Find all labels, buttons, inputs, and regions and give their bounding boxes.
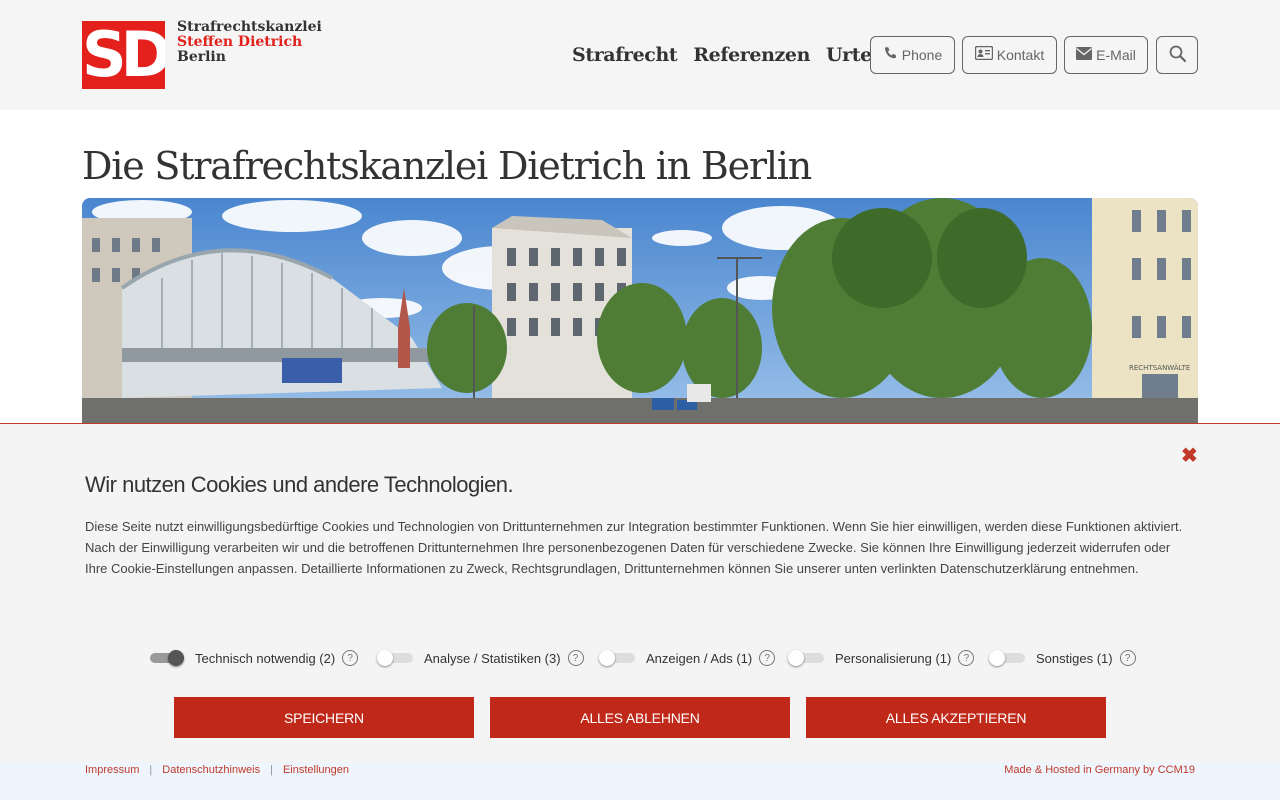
nav-strafrecht[interactable]: Strafrecht <box>572 44 678 66</box>
logo-line-1: Strafrechtskanzlei <box>177 19 322 35</box>
phone-label: Phone <box>901 47 943 63</box>
email-button[interactable]: E-Mail <box>1064 36 1148 74</box>
toggle-switch-technisch[interactable] <box>150 650 184 666</box>
logo-line-2: Steffen Dietrich <box>177 34 303 50</box>
search-icon <box>1169 45 1186 66</box>
page-title: Die Strafrechtskanzlei Dietrich in Berli… <box>82 144 812 188</box>
help-icon[interactable]: ? <box>567 650 584 666</box>
link-datenschutzhinweis[interactable]: Datenschutzhinweis <box>162 764 260 776</box>
hero-image: RECHTSANWÄLTE <box>82 198 1198 424</box>
reject-all-button[interactable]: ALLES ABLEHNEN <box>490 697 790 738</box>
toggle-label-personalisierung: Personalisierung (1) <box>835 650 952 666</box>
envelope-icon <box>1076 46 1093 64</box>
help-icon[interactable]: ? <box>958 650 975 666</box>
kontakt-label: Kontakt <box>996 47 1045 63</box>
cookie-text: Diese Seite nutzt einwilligungsbedürftig… <box>85 519 1183 576</box>
logo-line-3: Berlin <box>177 49 226 65</box>
cookie-footer: Impressum | Datenschutzhinweis | Einstel… <box>0 762 1280 800</box>
help-icon[interactable]: ? <box>342 650 359 666</box>
search-button[interactable] <box>1156 36 1198 74</box>
toggle-label-anzeigen: Anzeigen / Ads (1) <box>646 650 753 666</box>
toggle-label-technisch: Technisch notwendig (2) <box>195 650 336 666</box>
toggle-analyse: Analyse / Statistiken (3) ? <box>377 647 584 669</box>
made-by-link[interactable]: Made & Hosted in Germany by CCM19 <box>1004 764 1195 776</box>
nav-referenzen[interactable]: Referenzen <box>693 44 810 66</box>
separator: | <box>149 764 153 776</box>
logo-text: Strafrechtskanzlei Steffen Dietrich Berl… <box>177 20 322 65</box>
kontakt-button[interactable]: Kontakt <box>962 36 1057 74</box>
toggle-technisch: Technisch notwendig (2) ? <box>150 647 359 669</box>
toggle-anzeigen: Anzeigen / Ads (1) ? <box>599 647 776 669</box>
accept-all-button[interactable]: ALLES AKZEPTIEREN <box>806 697 1106 738</box>
cookie-title: Wir nutzen Cookies und andere Technologi… <box>85 472 514 497</box>
toggle-switch-analyse[interactable] <box>377 650 413 666</box>
toggle-switch-anzeigen[interactable] <box>599 650 635 666</box>
hero-sign: RECHTSANWÄLTE <box>1129 363 1190 372</box>
logo-mark: SD <box>82 21 165 89</box>
cookie-footer-links: Impressum | Datenschutzhinweis | Einstel… <box>85 764 349 776</box>
toggle-label-sonstiges: Sonstiges (1) <box>1036 650 1113 666</box>
email-label: E-Mail <box>1096 47 1136 63</box>
logo[interactable]: SD Strafrechtskanzlei Steffen Dietrich B… <box>82 20 322 89</box>
toggle-personalisierung: Personalisierung (1) ? <box>788 647 975 669</box>
main-nav: Strafrecht Referenzen Urteile <box>572 44 898 66</box>
link-einstellungen[interactable]: Einstellungen <box>283 764 349 776</box>
help-icon[interactable]: ? <box>759 650 776 666</box>
cookie-banner: ✖ Wir nutzen Cookies und andere Technolo… <box>0 423 1280 762</box>
cookie-toggles: Technisch notwendig (2) ? Analyse / Stat… <box>150 647 1150 669</box>
id-card-icon <box>974 45 993 64</box>
toggle-sonstiges: Sonstiges (1) ? <box>989 647 1136 669</box>
toggle-label-analyse: Analyse / Statistiken (3) <box>424 650 561 666</box>
site-header: SD Strafrechtskanzlei Steffen Dietrich B… <box>0 0 1280 110</box>
toggle-switch-personalisierung[interactable] <box>788 650 824 666</box>
link-impressum[interactable]: Impressum <box>85 764 139 776</box>
separator: | <box>270 764 273 776</box>
help-icon[interactable]: ? <box>1119 650 1136 666</box>
phone-icon <box>883 46 898 65</box>
close-icon[interactable]: ✖ <box>1181 446 1198 466</box>
save-button[interactable]: SPEICHERN <box>174 697 474 738</box>
toggle-switch-sonstiges[interactable] <box>989 650 1025 666</box>
phone-button[interactable]: Phone <box>870 36 955 74</box>
